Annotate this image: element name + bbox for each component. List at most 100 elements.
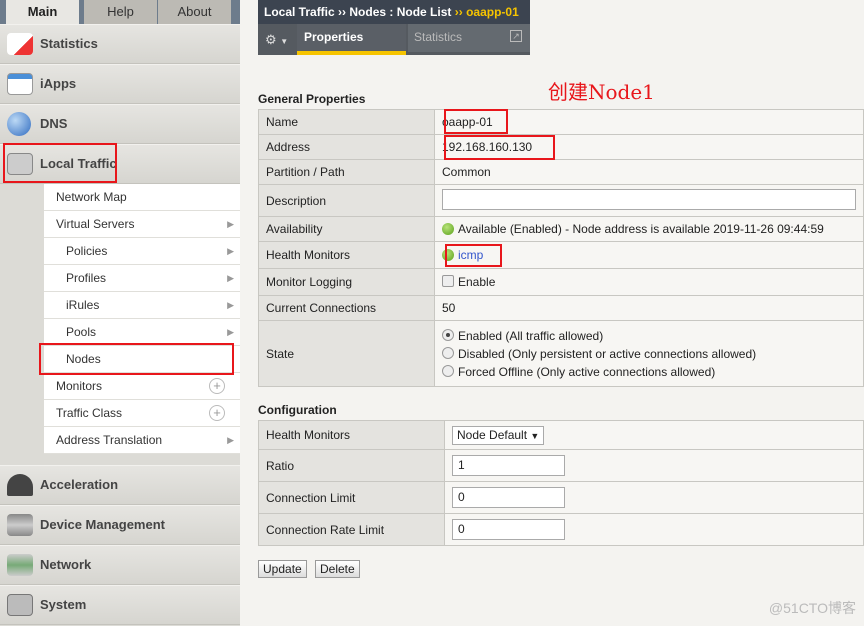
label: Policies — [66, 244, 108, 258]
label: Statistics — [40, 36, 98, 51]
sidebar-dns[interactable]: DNS — [0, 104, 240, 144]
partition-label: Partition / Path — [258, 159, 435, 185]
ratio-input[interactable]: 1 — [452, 455, 565, 476]
health-monitors-select[interactable]: Node Default ▼ — [452, 425, 545, 445]
connection-limit-input[interactable]: 0 — [452, 487, 565, 508]
general-properties-title: General Properties — [258, 92, 366, 106]
statistics-icon — [7, 33, 33, 55]
tab-help[interactable]: Help — [84, 0, 157, 24]
separator: ›› — [338, 5, 347, 19]
sidebar-subitem-address-translation[interactable]: Address Translation ▶ — [44, 427, 240, 454]
chevron-right-icon: ▶ — [227, 327, 234, 337]
sidebar-system[interactable]: System — [0, 585, 240, 625]
sidebar-subitem-policies[interactable]: Policies ▶ — [44, 238, 240, 265]
state-label: State — [258, 320, 435, 387]
radio[interactable] — [442, 364, 454, 377]
label: Traffic Class — [56, 406, 123, 420]
availability-label: Availability — [258, 216, 435, 242]
health-monitors-label: Health Monitors — [258, 241, 435, 269]
current-connections-value: 50 — [434, 295, 864, 321]
sidebar-subitem-monitors[interactable]: Monitors + — [44, 373, 240, 400]
state-forced-offline-option[interactable]: Forced Offline (Only active connections … — [442, 363, 856, 381]
label: Monitors — [56, 379, 103, 393]
highlight-box — [3, 143, 117, 183]
enable-logging-checkbox[interactable] — [442, 275, 454, 287]
connection-rate-limit-input[interactable]: 0 — [452, 519, 565, 540]
gear-menu[interactable]: ⚙ ▼ — [258, 24, 296, 55]
status-green-icon — [442, 223, 454, 235]
label: Statistics — [414, 30, 463, 44]
label: Forced Offline (Only active connections … — [458, 364, 716, 379]
partition-value: Common — [434, 159, 864, 185]
tab-bar: ⚙ ▼ Properties Statistics ↗ — [258, 24, 530, 55]
state-disabled-option[interactable]: Disabled (Only persistent or active conn… — [442, 345, 856, 363]
sidebar: Main Help About Statistics iApps DNS Loc… — [0, 0, 240, 626]
annotation: 创建Node1 — [548, 80, 655, 104]
separator: ›› — [454, 5, 463, 19]
chevron-right-icon: ▶ — [227, 273, 234, 283]
state-enabled-option[interactable]: Enabled (All traffic allowed) — [442, 327, 856, 345]
label: Device Management — [40, 517, 165, 532]
selected-value: Node Default — [457, 427, 528, 442]
update-button[interactable]: Update — [258, 560, 307, 578]
highlight-box — [39, 343, 234, 375]
system-icon — [7, 594, 33, 616]
iapps-icon — [7, 73, 33, 95]
sidebar-network[interactable]: Network — [0, 545, 240, 585]
label: iRules — [66, 298, 100, 312]
name-label: Name — [258, 109, 435, 135]
external-link-icon[interactable]: ↗ — [510, 30, 522, 42]
description-input[interactable] — [442, 188, 856, 210]
sidebar-acceleration[interactable]: Acceleration — [0, 465, 240, 505]
device-icon — [7, 514, 33, 536]
label: DNS — [40, 116, 68, 131]
sidebar-subitem-irules[interactable]: iRules ▶ — [44, 292, 240, 319]
label: System — [40, 597, 87, 612]
plus-icon[interactable]: + — [209, 378, 225, 394]
availability-value: Available (Enabled) - Node address is av… — [458, 222, 824, 236]
globe-icon — [7, 112, 31, 136]
breadcrumb-node-list[interactable]: Nodes : Node List — [349, 5, 451, 19]
general-properties-table: Name oaapp-01 Address 192.168.160.130 Part… — [258, 109, 864, 387]
config-health-label: Health Monitors — [258, 420, 445, 450]
sidebar-subitem-network-map[interactable]: Network Map — [44, 184, 240, 211]
current-connections-label: Current Connections — [258, 295, 435, 321]
sidebar-statistics[interactable]: Statistics — [0, 24, 240, 64]
label: Pools — [66, 325, 97, 339]
delete-button[interactable]: Delete — [315, 560, 360, 578]
radio[interactable] — [442, 328, 454, 341]
tab-properties[interactable]: Properties — [297, 24, 406, 55]
tab-about[interactable]: About — [158, 0, 231, 24]
sidebar-subitem-pools[interactable]: Pools ▶ — [44, 319, 240, 346]
configuration-title: Configuration — [258, 403, 337, 417]
sidebar-subitem-profiles[interactable]: Profiles ▶ — [44, 265, 240, 292]
breadcrumb-current: oaapp-01 — [466, 5, 519, 19]
address-label: Address — [258, 134, 435, 160]
sidebar-iapps[interactable]: iApps — [0, 64, 240, 104]
label: Enabled (All traffic allowed) — [458, 328, 604, 343]
label: Virtual Servers — [56, 217, 135, 231]
description-label: Description — [258, 184, 435, 217]
label: Network Map — [56, 190, 127, 204]
breadcrumb-local-traffic[interactable]: Local Traffic — [264, 5, 335, 19]
dropdown-arrow-icon: ▼ — [530, 430, 540, 441]
chevron-right-icon: ▶ — [227, 435, 234, 445]
chevron-down-icon: ▼ — [280, 37, 289, 46]
connection-limit-label: Connection Limit — [258, 481, 445, 514]
speedometer-icon — [7, 474, 33, 496]
sidebar-device-management[interactable]: Device Management — [0, 505, 240, 545]
configuration-table: Health Monitors Node Default ▼ Ratio 1 Con… — [258, 420, 864, 546]
connection-rate-limit-label: Connection Rate Limit — [258, 513, 445, 546]
gear-icon: ⚙ — [265, 32, 277, 47]
highlight-box — [445, 244, 502, 267]
tab-main[interactable]: Main — [6, 0, 79, 24]
sidebar-subitem-virtual-servers[interactable]: Virtual Servers ▶ — [44, 211, 240, 238]
radio[interactable] — [442, 346, 454, 359]
tab-statistics[interactable]: Statistics ↗ — [408, 24, 530, 52]
label: Acceleration — [40, 477, 119, 492]
label: Profiles — [66, 271, 107, 285]
plus-icon[interactable]: + — [209, 405, 225, 421]
breadcrumb: Local Traffic ›› Nodes : Node List ›› oa… — [258, 0, 530, 24]
watermark: @51CTO博客 — [768, 600, 856, 616]
sidebar-subitem-traffic-class[interactable]: Traffic Class + — [44, 400, 240, 427]
